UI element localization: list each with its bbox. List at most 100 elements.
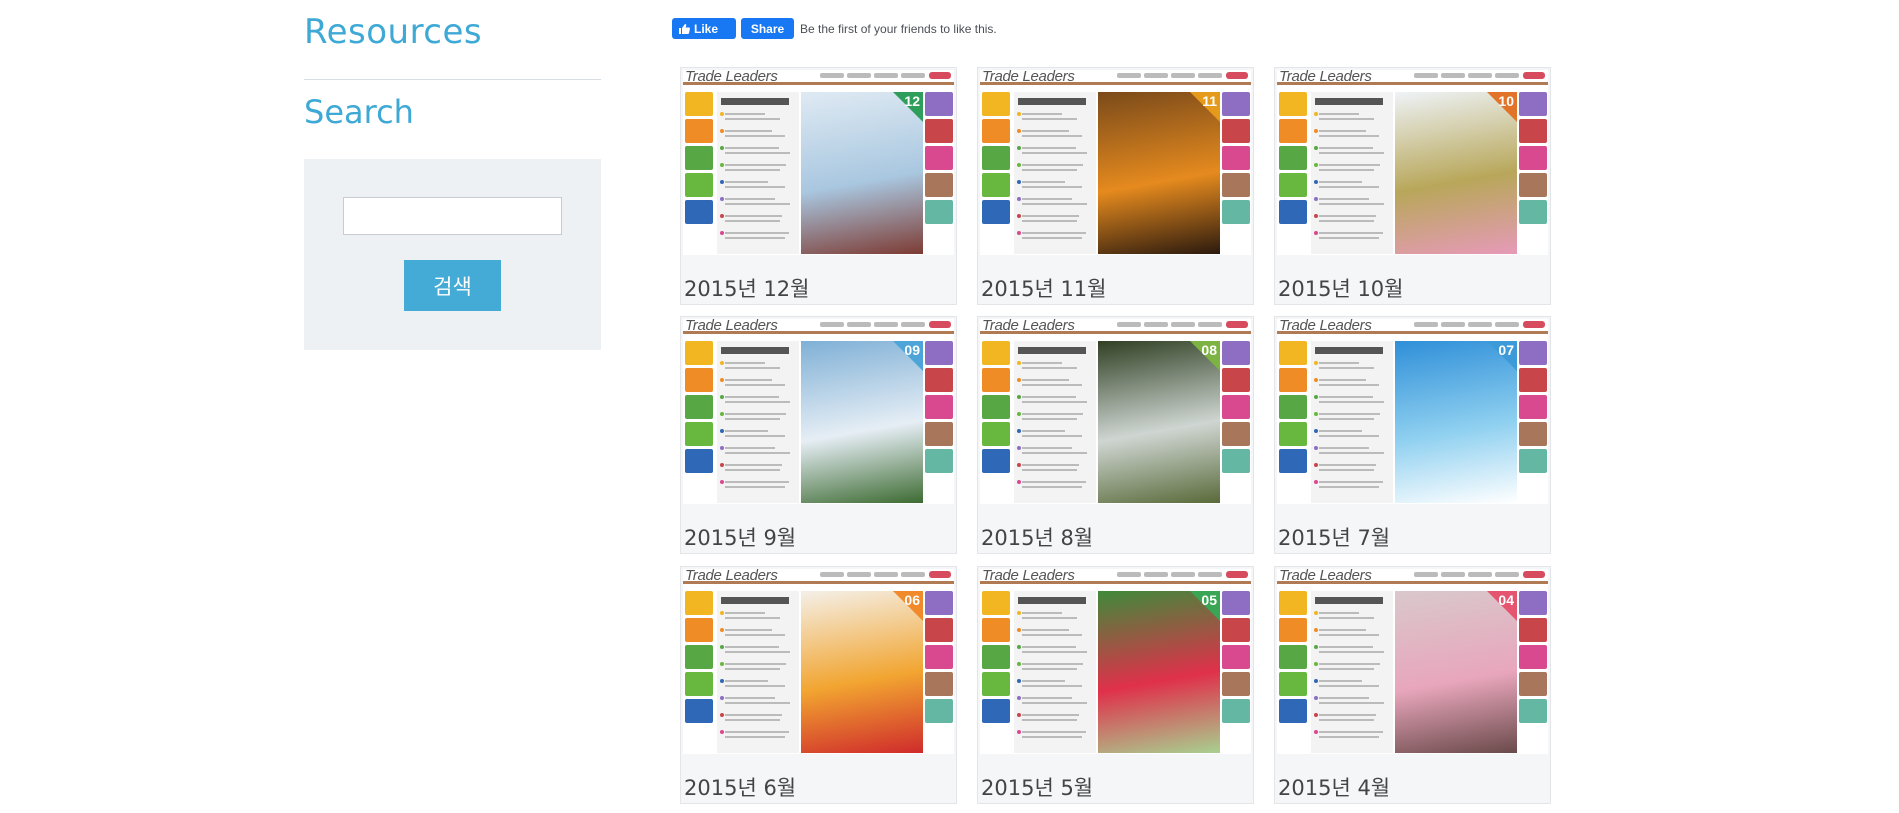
- cover-contents: [717, 92, 799, 254]
- cover-rule: [683, 82, 954, 85]
- cover-contents: [1014, 591, 1096, 753]
- sidebar-divider: [304, 79, 601, 80]
- search-button[interactable]: 검색: [404, 260, 501, 311]
- cover-tags: [820, 73, 925, 78]
- cover-right-icons: [925, 92, 953, 224]
- cover-rule: [980, 331, 1251, 334]
- issue-card[interactable]: Trade Leaders 09 2015년 9월: [680, 316, 957, 554]
- cover-photo: 09: [801, 341, 923, 503]
- issue-card[interactable]: Trade Leaders 08 2015년 8월: [977, 316, 1254, 554]
- cover-photo: 05: [1098, 591, 1220, 753]
- issue-number: 07: [1498, 342, 1514, 358]
- issue-label[interactable]: 2015년 5월: [981, 772, 1093, 802]
- facebook-share-button[interactable]: Share: [741, 18, 794, 39]
- cover-right-icons: [1222, 591, 1250, 723]
- facebook-like-button[interactable]: Like: [672, 18, 736, 39]
- issue-cover-image[interactable]: Trade Leaders 12: [683, 70, 954, 255]
- cover-photo: 04: [1395, 591, 1517, 753]
- cover-rule: [1277, 82, 1548, 85]
- cover-left-icons: [1279, 591, 1307, 723]
- issue-card[interactable]: Trade Leaders 12 2015년 12월: [680, 67, 957, 305]
- cover-contents: [717, 591, 799, 753]
- search-panel: 검색: [304, 159, 601, 350]
- cover-left-icons: [685, 92, 713, 224]
- cover-photo: 10: [1395, 92, 1517, 254]
- cover-contents: [1014, 92, 1096, 254]
- issue-cover-image[interactable]: Trade Leaders 04: [1277, 569, 1548, 754]
- cover-left-icons: [685, 341, 713, 473]
- cover-rule: [683, 331, 954, 334]
- cover-contents: [1014, 341, 1096, 503]
- cover-rule: [1277, 331, 1548, 334]
- cover-left-icons: [982, 591, 1010, 723]
- cover-right-icons: [925, 341, 953, 473]
- cover-tags: [1414, 73, 1519, 78]
- cover-left-icons: [1279, 92, 1307, 224]
- cover-left-icons: [1279, 341, 1307, 473]
- facebook-social-text: Be the first of your friends to like thi…: [800, 21, 997, 36]
- issue-label[interactable]: 2015년 10월: [1278, 273, 1403, 303]
- issue-label[interactable]: 2015년 4월: [1278, 772, 1390, 802]
- cover-contents: [717, 341, 799, 503]
- cover-logo: [929, 321, 951, 328]
- cover-tags: [1414, 322, 1519, 327]
- like-label: Like: [694, 21, 719, 36]
- issue-label[interactable]: 2015년 6월: [684, 772, 796, 802]
- cover-photo: 11: [1098, 92, 1220, 254]
- facebook-social-bar: Like Share Be the first of your friends …: [672, 18, 997, 39]
- issue-card[interactable]: Trade Leaders 06 2015년 6월: [680, 566, 957, 804]
- cover-right-icons: [1519, 341, 1547, 473]
- issue-card[interactable]: Trade Leaders 04 2015년 4월: [1274, 566, 1551, 804]
- cover-tags: [1117, 322, 1222, 327]
- issue-number: 12: [904, 93, 920, 109]
- cover-tags: [1414, 572, 1519, 577]
- issue-card[interactable]: Trade Leaders 07 2015년 7월: [1274, 316, 1551, 554]
- cover-logo: [1226, 571, 1248, 578]
- cover-contents: [1311, 341, 1393, 503]
- cover-right-icons: [1519, 591, 1547, 723]
- cover-rule: [683, 581, 954, 584]
- search-input[interactable]: [343, 197, 562, 235]
- issue-cover-image[interactable]: Trade Leaders 08: [980, 319, 1251, 504]
- issue-cover-image[interactable]: Trade Leaders 10: [1277, 70, 1548, 255]
- cover-logo: [929, 571, 951, 578]
- cover-tags: [820, 572, 925, 577]
- issue-number: 04: [1498, 592, 1514, 608]
- issue-cover-image[interactable]: Trade Leaders 05: [980, 569, 1251, 754]
- cover-photo: 06: [801, 591, 923, 753]
- cover-photo: 07: [1395, 341, 1517, 503]
- issue-label[interactable]: 2015년 8월: [981, 522, 1093, 552]
- issue-number: 09: [904, 342, 920, 358]
- issue-label[interactable]: 2015년 7월: [1278, 522, 1390, 552]
- issue-card[interactable]: Trade Leaders 10 2015년 10월: [1274, 67, 1551, 305]
- thumbs-up-icon: [679, 23, 690, 34]
- cover-logo: [929, 72, 951, 79]
- cover-logo: [1523, 72, 1545, 79]
- cover-tags: [1117, 572, 1222, 577]
- issue-number: 06: [904, 592, 920, 608]
- issue-label[interactable]: 2015년 12월: [684, 273, 809, 303]
- issue-label[interactable]: 2015년 11월: [981, 273, 1106, 303]
- cover-left-icons: [685, 591, 713, 723]
- resources-heading: Resources: [304, 12, 483, 52]
- search-heading: Search: [304, 93, 414, 131]
- issue-number: 11: [1202, 93, 1217, 109]
- cover-right-icons: [925, 591, 953, 723]
- cover-left-icons: [982, 341, 1010, 473]
- issue-cover-image[interactable]: Trade Leaders 11: [980, 70, 1251, 255]
- cover-logo: [1523, 321, 1545, 328]
- issue-label[interactable]: 2015년 9월: [684, 522, 796, 552]
- cover-rule: [1277, 581, 1548, 584]
- cover-rule: [980, 581, 1251, 584]
- cover-right-icons: [1222, 92, 1250, 224]
- cover-right-icons: [1222, 341, 1250, 473]
- issue-cover-image[interactable]: Trade Leaders 09: [683, 319, 954, 504]
- cover-logo: [1523, 571, 1545, 578]
- issue-cover-image[interactable]: Trade Leaders 07: [1277, 319, 1548, 504]
- issue-card[interactable]: Trade Leaders 05 2015년 5월: [977, 566, 1254, 804]
- issue-number: 10: [1498, 93, 1514, 109]
- issue-number: 08: [1201, 342, 1217, 358]
- issue-card[interactable]: Trade Leaders 11 2015년 11월: [977, 67, 1254, 305]
- cover-contents: [1311, 92, 1393, 254]
- issue-cover-image[interactable]: Trade Leaders 06: [683, 569, 954, 754]
